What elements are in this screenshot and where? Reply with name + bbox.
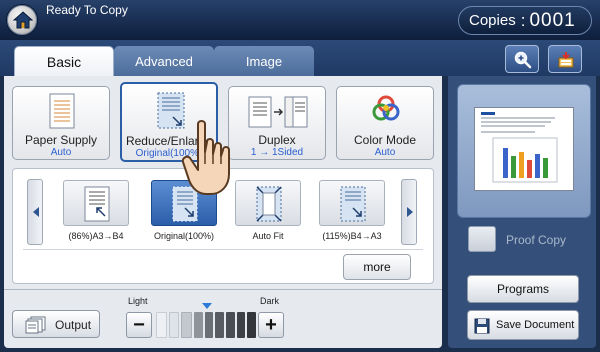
- density-increase-button[interactable]: +: [258, 312, 284, 338]
- tab-strip: Basic Advanced Image: [0, 40, 600, 76]
- density-level-bar[interactable]: [156, 312, 257, 338]
- duplex-card[interactable]: Duplex 1 → 1Sided: [228, 86, 326, 160]
- option-115-percent[interactable]: [319, 180, 385, 226]
- paper-supply-icon: [49, 93, 75, 129]
- density-light-label: Light: [128, 296, 148, 306]
- save-document-icon: [474, 318, 490, 334]
- reduce-page-icon: [84, 186, 110, 222]
- density-segment: [215, 312, 225, 338]
- option-86-percent[interactable]: [63, 180, 129, 226]
- tab-basic[interactable]: Basic: [14, 46, 114, 76]
- color-mode-icon: [372, 95, 400, 121]
- divider: [4, 289, 442, 290]
- copies-value: 0001: [529, 9, 576, 31]
- density-control: Light Dark − +: [124, 296, 294, 342]
- paper-supply-value: Auto: [50, 147, 72, 158]
- touch-hand-cursor-icon: [181, 120, 230, 195]
- status-text: Ready To Copy: [46, 3, 128, 17]
- density-segment: [236, 312, 246, 338]
- density-segment: [156, 312, 167, 338]
- density-segment: [168, 312, 180, 338]
- option-auto-fit[interactable]: [235, 180, 301, 226]
- scroll-left-button[interactable]: [27, 179, 43, 245]
- zoom-in-icon: [514, 51, 532, 69]
- density-segment: [181, 312, 193, 338]
- job-status-button[interactable]: [548, 45, 582, 73]
- document-preview: [474, 107, 574, 191]
- output-button[interactable]: Output: [12, 310, 100, 338]
- copies-counter[interactable]: Copies : 0001: [458, 6, 592, 35]
- auto-fit-icon: [256, 186, 282, 222]
- density-decrease-button[interactable]: −: [126, 312, 152, 338]
- document-thumbnail-image: [475, 108, 573, 190]
- preview-area[interactable]: [457, 84, 591, 218]
- tab-image[interactable]: Image: [214, 46, 314, 76]
- output-label: Output: [55, 318, 92, 332]
- duplex-value: 1 → 1Sided: [250, 147, 304, 158]
- home-button[interactable]: [6, 4, 38, 36]
- paper-supply-card[interactable]: Paper Supply Auto: [12, 86, 110, 160]
- color-mode-label: Color Mode: [353, 133, 417, 147]
- enlarge-page-icon: [340, 186, 366, 222]
- proof-copy-label: Proof Copy: [506, 233, 567, 247]
- option-auto-fit-label: Auto Fit: [252, 231, 284, 241]
- color-mode-value: Auto: [374, 147, 396, 158]
- job-status-icon: [558, 52, 574, 68]
- main-panel: Paper Supply Auto Reduce/Enlarge Origina…: [4, 76, 442, 348]
- copies-label: Copies: [469, 12, 516, 29]
- density-segment: [226, 312, 235, 338]
- option-115-percent-label: (115%)B4→A3: [322, 231, 382, 241]
- option-86-percent-label: (86%)A3→B4: [68, 231, 124, 241]
- proof-copy-checkbox[interactable]: [468, 226, 496, 252]
- top-bar: Ready To Copy Copies : 0001: [0, 0, 600, 40]
- copies-colon: :: [520, 10, 526, 30]
- output-icon: [25, 316, 46, 334]
- chevron-left-icon: [33, 207, 39, 217]
- density-dark-label: Dark: [260, 296, 280, 306]
- color-mode-card[interactable]: Color Mode Auto: [336, 86, 434, 160]
- option-original-label: Original(100%): [153, 231, 215, 241]
- chevron-right-icon: [407, 207, 413, 217]
- duplex-icon: [248, 96, 308, 128]
- zoom-button[interactable]: [505, 45, 539, 73]
- more-button[interactable]: more: [343, 254, 411, 280]
- paper-supply-label: Paper Supply: [24, 133, 98, 147]
- programs-button[interactable]: Programs: [467, 275, 579, 303]
- density-segment: [247, 312, 257, 338]
- density-default-marker-icon: [202, 303, 212, 309]
- save-document-label: Save Document: [496, 319, 575, 331]
- save-document-button[interactable]: Save Document: [467, 310, 579, 340]
- right-panel: Proof Copy Programs Save Document: [448, 76, 596, 348]
- home-icon: [13, 11, 33, 29]
- density-segment: [204, 312, 214, 338]
- divider: [23, 249, 423, 250]
- density-segment: [194, 312, 203, 338]
- tab-advanced[interactable]: Advanced: [114, 46, 214, 76]
- duplex-label: Duplex: [258, 133, 296, 147]
- scroll-right-button[interactable]: [401, 179, 417, 245]
